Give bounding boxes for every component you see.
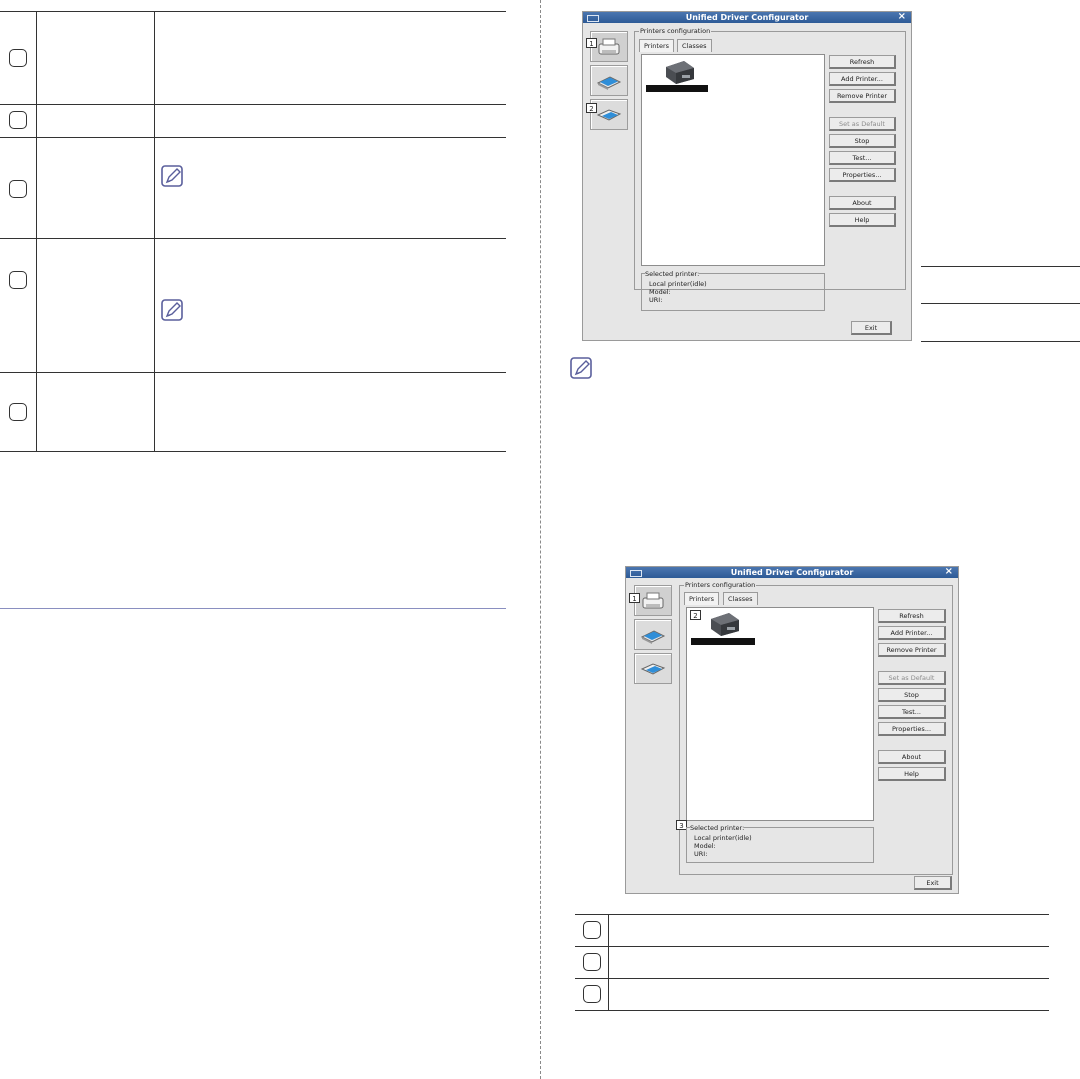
about-button[interactable]: About: [829, 196, 896, 210]
callout-badge: 1: [586, 38, 597, 48]
properties-button[interactable]: Properties...: [878, 722, 946, 736]
refresh-button[interactable]: Refresh: [878, 609, 946, 623]
close-icon[interactable]: ×: [898, 11, 906, 23]
table-rule: [0, 11, 506, 12]
selected-printer-model: Model:: [694, 842, 716, 850]
callout-badge: 1: [629, 593, 640, 603]
table-rule: [575, 914, 1049, 915]
printer-list[interactable]: [641, 54, 825, 266]
note-pencil-icon: [570, 357, 592, 379]
selected-printer-status: Local printer(idle): [649, 280, 707, 288]
udc-window-1: Unified Driver Configurator × 1 2 Printe…: [582, 11, 912, 341]
printer-list[interactable]: 2: [686, 607, 874, 821]
table-rule: [0, 137, 506, 138]
port-icon: [596, 109, 622, 121]
row-number-box: [9, 180, 27, 198]
window-title: Unified Driver Configurator: [685, 13, 809, 22]
test-button[interactable]: Test...: [878, 705, 946, 719]
selected-printer-box: Selected printer: Local printer(idle) Mo…: [641, 270, 825, 311]
table-rule: [608, 914, 609, 1010]
selected-printer-status: Local printer(idle): [694, 834, 752, 842]
tab-classes[interactable]: Classes: [677, 39, 712, 52]
table-rule: [0, 451, 506, 452]
tab-printers[interactable]: Printers: [684, 592, 720, 605]
remove-printer-button[interactable]: Remove Printer: [829, 89, 896, 103]
table-rule: [0, 104, 506, 105]
window-titlebar: Unified Driver Configurator ×: [626, 566, 958, 578]
table-rule: [0, 372, 506, 373]
add-printer-button[interactable]: Add Printer...: [829, 72, 896, 86]
table-rule: [0, 238, 506, 239]
printer-icon: [666, 61, 694, 84]
row-number-box: [9, 403, 27, 421]
printer-name-redacted: [646, 85, 708, 92]
ports-config-button[interactable]: [634, 653, 672, 684]
set-as-default-button[interactable]: Set as Default: [829, 117, 896, 131]
add-printer-button[interactable]: Add Printer...: [878, 626, 946, 640]
scanners-config-button[interactable]: [590, 65, 628, 96]
exit-button[interactable]: Exit: [914, 876, 952, 890]
column-divider: [540, 0, 541, 1079]
note-pencil-icon: [161, 299, 183, 321]
udc-window-2: Unified Driver Configurator × 1 Printers…: [625, 566, 959, 894]
note-pencil-icon: [161, 165, 183, 187]
window-titlebar: Unified Driver Configurator ×: [583, 11, 911, 23]
help-button[interactable]: Help: [878, 767, 946, 781]
help-button[interactable]: Help: [829, 213, 896, 227]
selected-printer-uri: URI:: [694, 850, 708, 858]
table-rule: [921, 341, 1080, 342]
port-icon: [640, 663, 666, 675]
table-rule: [921, 266, 1080, 267]
row-number-box: [583, 985, 601, 1003]
scanner-icon: [596, 76, 622, 90]
group-label: Printers configuration: [684, 581, 757, 589]
scanners-config-button[interactable]: [634, 619, 672, 650]
printer-icon: [642, 592, 664, 609]
row-number-box: [9, 271, 27, 289]
printer-name-redacted: [691, 638, 755, 645]
group-label: Printers configuration: [639, 27, 712, 35]
row-number-box: [9, 49, 27, 67]
selected-printer-label: Selected printer:: [690, 824, 745, 832]
selected-printer-box: Selected printer: Local printer(idle) Mo…: [686, 824, 874, 863]
set-as-default-button[interactable]: Set as Default: [878, 671, 946, 685]
tab-classes[interactable]: Classes: [723, 592, 758, 605]
scanner-icon: [640, 630, 666, 644]
table-rule: [575, 946, 1049, 947]
callout-badge: 2: [690, 610, 701, 620]
refresh-button[interactable]: Refresh: [829, 55, 896, 69]
table-rule: [154, 11, 155, 451]
exit-button[interactable]: Exit: [851, 321, 892, 335]
table-rule: [575, 978, 1049, 979]
close-icon[interactable]: ×: [945, 566, 953, 578]
remove-printer-button[interactable]: Remove Printer: [878, 643, 946, 657]
stop-button[interactable]: Stop: [878, 688, 946, 702]
window-title: Unified Driver Configurator: [730, 568, 854, 577]
table-rule: [36, 11, 37, 451]
section-divider: [0, 608, 506, 609]
about-button[interactable]: About: [878, 750, 946, 764]
tab-printers[interactable]: Printers: [639, 39, 675, 52]
row-number-box: [583, 921, 601, 939]
selected-printer-model: Model:: [649, 288, 671, 296]
printer-icon: [711, 613, 739, 636]
row-number-box: [9, 111, 27, 129]
selected-printer-label: Selected printer:: [645, 270, 700, 278]
properties-button[interactable]: Properties...: [829, 168, 896, 182]
row-number-box: [583, 953, 601, 971]
selected-printer-uri: URI:: [649, 296, 663, 304]
test-button[interactable]: Test...: [829, 151, 896, 165]
printer-icon: [598, 38, 620, 55]
table-rule: [921, 303, 1080, 304]
table-rule: [575, 1010, 1049, 1011]
stop-button[interactable]: Stop: [829, 134, 896, 148]
callout-badge: 2: [586, 103, 597, 113]
